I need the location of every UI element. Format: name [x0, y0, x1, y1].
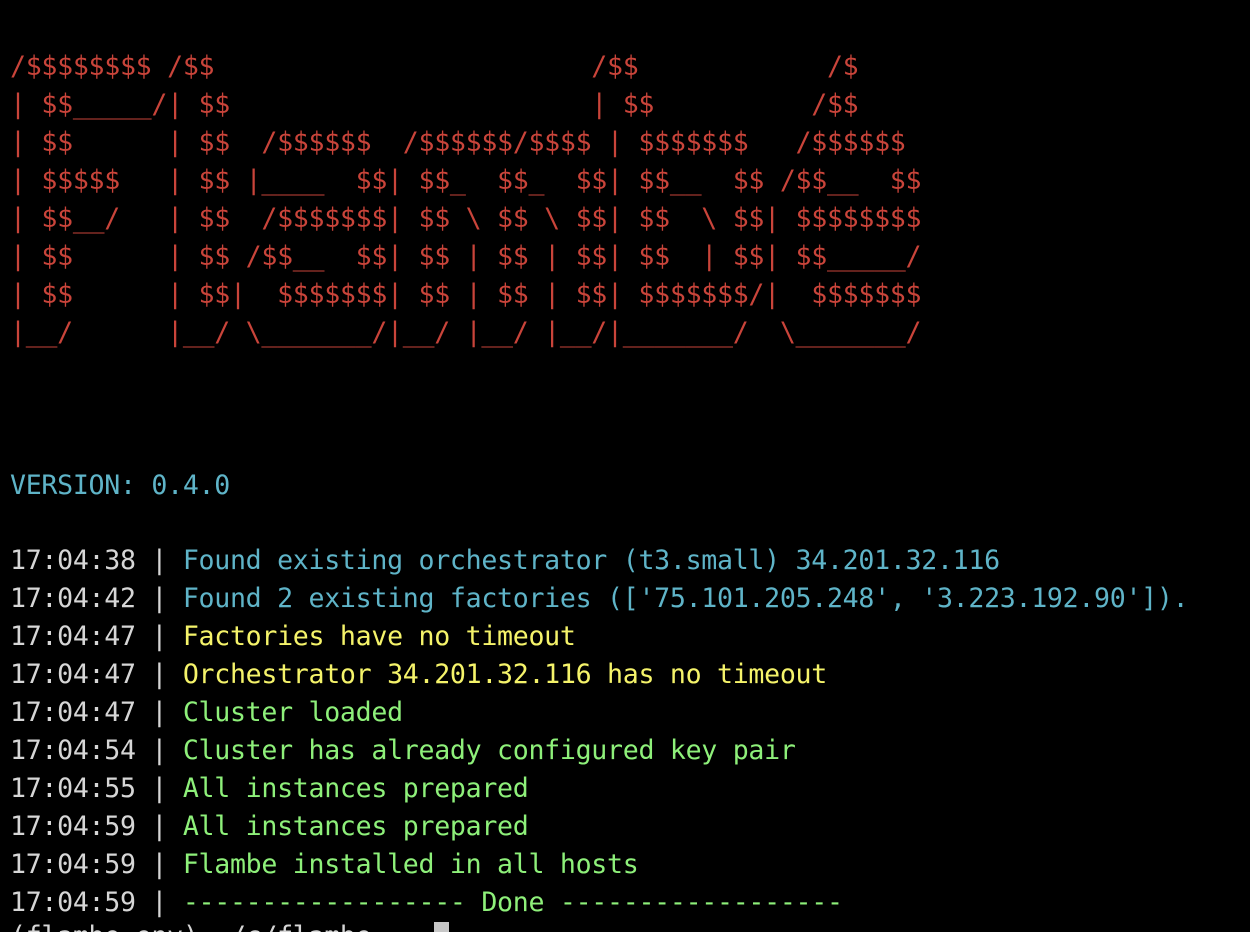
log-message: Cluster loaded — [182, 697, 403, 728]
log-line: 17:04:47 | Orchestrator 34.201.32.116 ha… — [10, 656, 1188, 694]
log-timestamp: 17:04:42 — [10, 583, 136, 614]
ascii-banner: /$$$$$$$$ /$$ /$$ /$ | $$_____/| $$ | $$ … — [10, 48, 922, 352]
log-timestamp: 17:04:47 — [10, 697, 136, 728]
log-output: 17:04:38 | Found existing orchestrator (… — [10, 542, 1189, 922]
log-line: 17:04:54 | Cluster has already configure… — [10, 732, 1188, 770]
log-line: 17:04:38 | Found existing orchestrator (… — [10, 542, 1188, 580]
log-line: 17:04:59 | ------------------ Done -----… — [10, 884, 1188, 922]
banner-line: |__/ |__/ \_______/|__/ |__/ |__/|______… — [10, 317, 922, 348]
log-separator: | — [135, 621, 183, 652]
version-label: VERSION: 0.4.0 — [10, 470, 230, 501]
log-timestamp: 17:04:59 — [10, 887, 136, 918]
prompt-text: (flambe-env) ~/c/flambe — [10, 921, 434, 932]
log-separator: | — [135, 583, 183, 614]
log-message: All instances prepared — [182, 811, 529, 842]
banner-line: /$$$$$$$$ /$$ /$$ /$ — [10, 51, 859, 82]
log-separator: | — [135, 545, 183, 576]
log-separator: | — [135, 697, 183, 728]
prompt-line[interactable]: (flambe-env) ~/c/flambe — [10, 918, 450, 932]
log-separator: | — [135, 849, 183, 880]
log-line: 17:04:55 | All instances prepared — [10, 770, 1188, 808]
banner-line: | $$ | $$ /$$$$$$ /$$$$$$/$$$$ | $$$$$$$… — [10, 127, 906, 158]
log-message: All instances prepared — [182, 773, 529, 804]
log-separator: | — [135, 735, 183, 766]
log-separator: | — [135, 811, 183, 842]
log-line: 17:04:42 | Found 2 existing factories ([… — [10, 580, 1189, 618]
log-message: Flambe installed in all hosts — [182, 849, 639, 880]
log-separator: | — [135, 773, 183, 804]
block-cursor-icon — [434, 922, 450, 932]
log-line: 17:04:47 | Factories have no timeout — [10, 618, 1188, 656]
log-message: Cluster has already configured key pair — [182, 735, 796, 766]
log-timestamp: 17:04:47 — [10, 659, 136, 690]
log-line: 17:04:47 | Cluster loaded — [10, 694, 1188, 732]
log-message: ------------------ Done ----------------… — [182, 887, 843, 918]
log-timestamp: 17:04:55 — [10, 773, 136, 804]
log-line: 17:04:59 | All instances prepared — [10, 808, 1188, 846]
banner-line: | $$$$$ | $$ |____ $$| $$_ $$_ $$| $$__ … — [10, 165, 922, 196]
log-message: Found existing orchestrator (t3.small) 3… — [182, 545, 1000, 576]
log-timestamp: 17:04:47 — [10, 621, 136, 652]
log-timestamp: 17:04:38 — [10, 545, 136, 576]
log-timestamp: 17:04:59 — [10, 811, 136, 842]
log-timestamp: 17:04:59 — [10, 849, 136, 880]
banner-line: | $$_____/| $$ | $$ /$$ — [10, 89, 859, 120]
banner-line: | $$__/ | $$ /$$$$$$$| $$ \ $$ \ $$| $$ … — [10, 203, 922, 234]
log-timestamp: 17:04:54 — [10, 735, 136, 766]
log-line: 17:04:59 | Flambe installed in all hosts — [10, 846, 1188, 884]
log-separator: | — [135, 887, 183, 918]
banner-line: | $$ | $$| $$$$$$$| $$ | $$ | $$| $$$$$$… — [10, 279, 922, 310]
log-separator: | — [135, 659, 183, 690]
log-message: Factories have no timeout — [182, 621, 576, 652]
log-message: Orchestrator 34.201.32.116 has no timeou… — [182, 659, 827, 690]
terminal-window[interactable]: /$$$$$$$$ /$$ /$$ /$ | $$_____/| $$ | $$ … — [0, 0, 1250, 932]
log-message: Found 2 existing factories (['75.101.205… — [182, 583, 1189, 614]
banner-line: | $$ | $$ /$$__ $$| $$ | $$ | $$| $$ | $… — [10, 241, 922, 272]
